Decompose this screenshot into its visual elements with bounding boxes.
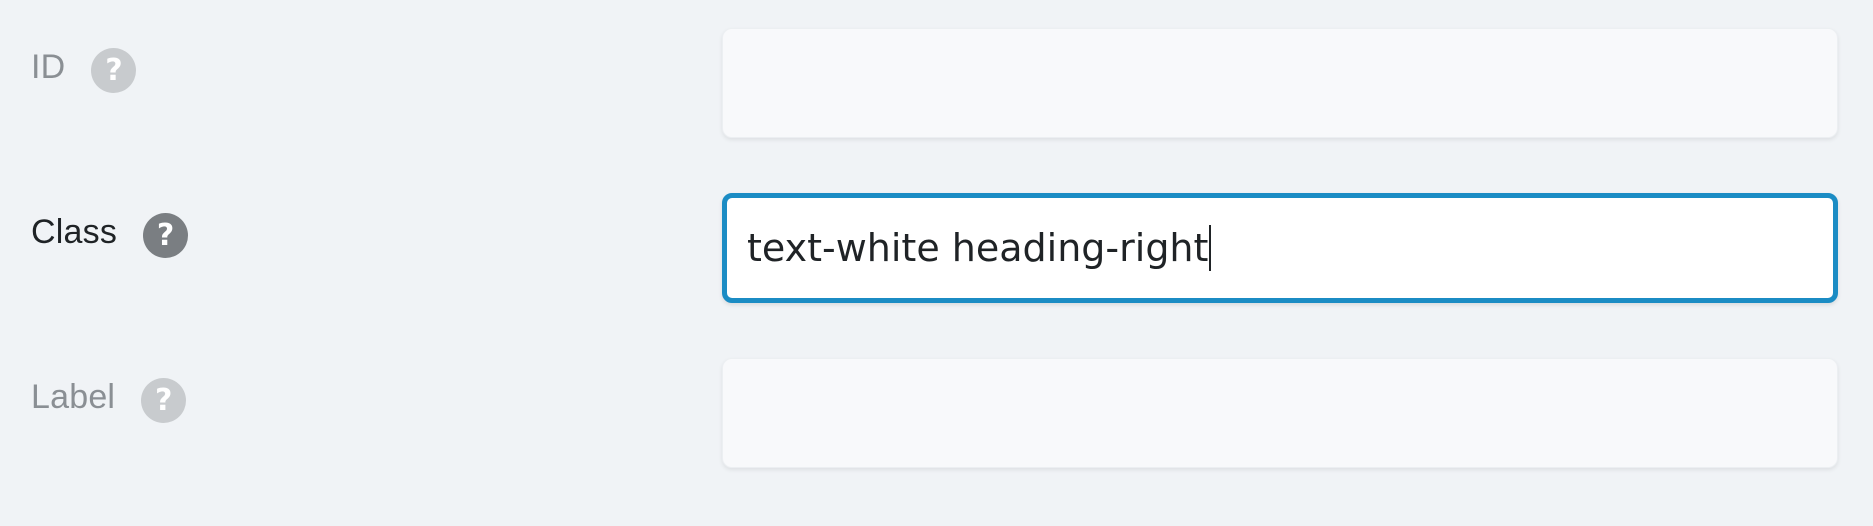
field-label-group: ID ? <box>31 28 137 138</box>
class-input[interactable]: text-white heading-right <box>722 193 1838 303</box>
help-icon[interactable]: ? <box>91 48 137 93</box>
field-label-group: Class ? <box>31 193 189 303</box>
text-caret <box>1209 225 1212 271</box>
help-icon[interactable]: ? <box>143 213 189 258</box>
label-input[interactable] <box>722 358 1838 468</box>
field-label-group: Label ? <box>31 358 187 468</box>
id-input[interactable] <box>722 28 1838 138</box>
help-icon[interactable]: ? <box>141 378 187 423</box>
form-row-id: ID ? <box>0 28 1873 138</box>
label-label: Label <box>31 378 116 416</box>
form-row-class: Class ? text-white heading-right <box>0 193 1873 303</box>
id-label: ID <box>31 48 66 86</box>
class-label: Class <box>31 213 118 251</box>
class-input-value: text-white heading-right <box>747 226 1209 270</box>
form-row-label: Label ? <box>0 358 1873 468</box>
form-panel: ID ? Class ? text-white heading-right La… <box>0 0 1873 526</box>
